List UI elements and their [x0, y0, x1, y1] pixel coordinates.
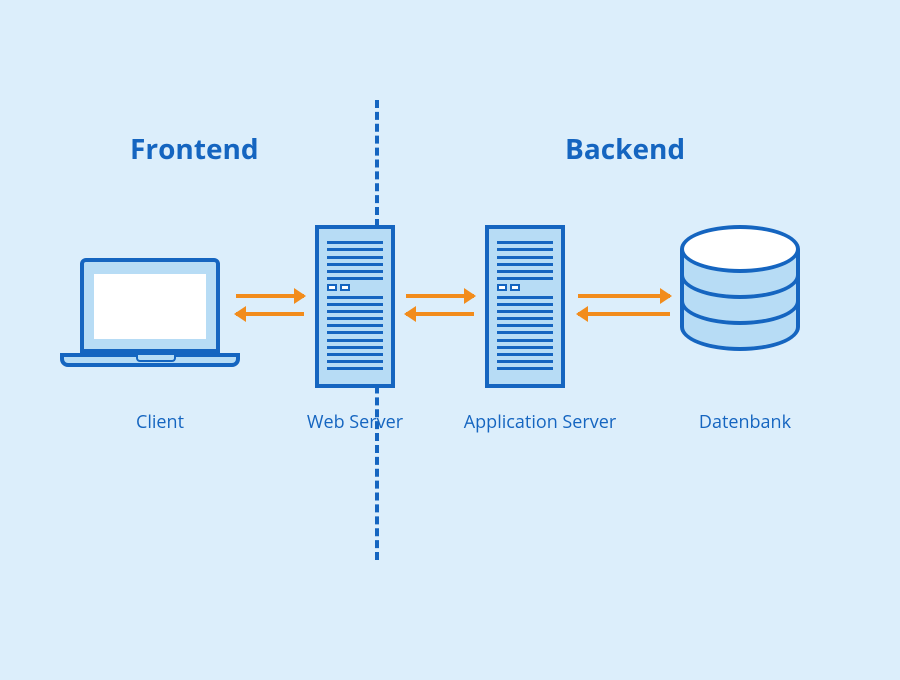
server-icon [315, 225, 395, 388]
bidirectional-arrow-icon [578, 294, 670, 316]
application-server-label: Application Server [450, 410, 630, 434]
frontend-section-title: Frontend [130, 130, 259, 168]
bidirectional-arrow-icon [406, 294, 474, 316]
backend-section-title: Backend [565, 130, 685, 168]
client-label: Client [120, 410, 200, 434]
bidirectional-arrow-icon [236, 294, 304, 316]
web-server-label: Web Server [300, 410, 410, 434]
server-icon [485, 225, 565, 388]
laptop-icon [80, 258, 240, 367]
database-icon [680, 225, 800, 351]
database-label: Datenbank [685, 410, 805, 434]
